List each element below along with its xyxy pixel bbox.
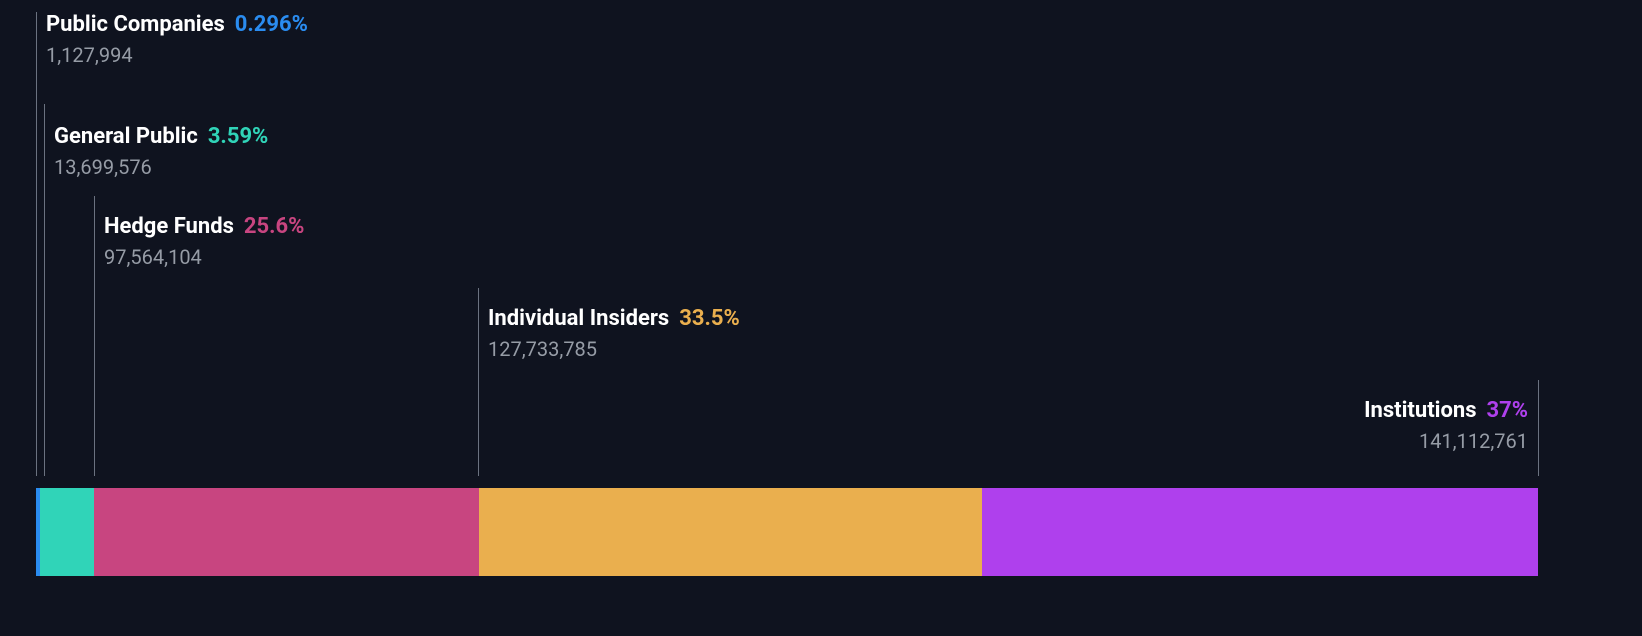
category-value: 1,127,994 — [46, 43, 308, 67]
category-percent: 25.6% — [244, 214, 305, 239]
bar-segment-institutions — [982, 488, 1538, 576]
category-name: General Public — [54, 124, 198, 149]
label-marker — [1538, 380, 1539, 476]
ownership-chart: Public Companies 0.296% 1,127,994 Genera… — [36, 0, 1538, 636]
label-marker — [94, 196, 95, 476]
label-marker — [44, 104, 45, 476]
category-percent: 33.5% — [679, 306, 740, 331]
category-percent: 37% — [1486, 398, 1528, 423]
category-percent: 0.296% — [235, 12, 308, 37]
category-value: 141,112,761 — [1364, 429, 1528, 453]
category-value: 127,733,785 — [488, 337, 740, 361]
bar-segment-general-public — [40, 488, 94, 576]
bar-segment-hedge-funds — [94, 488, 479, 576]
category-name: Public Companies — [46, 12, 225, 37]
category-name: Hedge Funds — [104, 214, 234, 239]
bar-segment-individual-insiders — [479, 488, 982, 576]
category-name: Individual Insiders — [488, 306, 669, 331]
label-marker — [478, 288, 479, 476]
category-value: 97,564,104 — [104, 245, 304, 269]
category-value: 13,699,576 — [54, 155, 268, 179]
ownership-bar — [36, 488, 1538, 576]
category-percent: 3.59% — [208, 124, 269, 149]
category-name: Institutions — [1364, 398, 1476, 423]
label-marker — [36, 12, 37, 476]
